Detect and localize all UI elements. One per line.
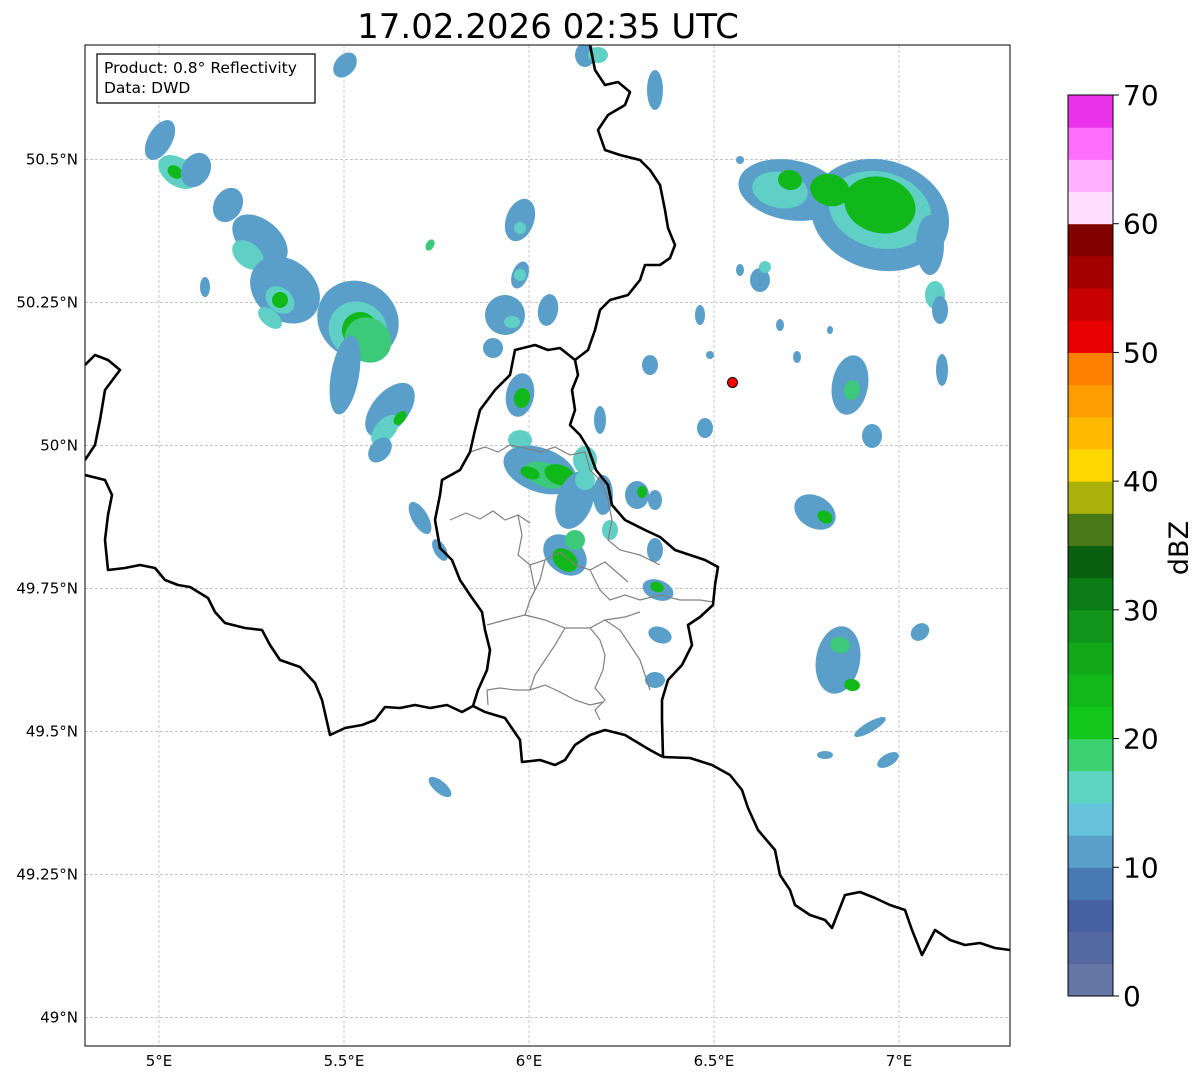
echo-blob <box>776 319 784 331</box>
colorbar-ticks: 0 10 20 30 40 50 60 70 <box>1113 79 1159 1013</box>
echo-blob <box>642 355 658 375</box>
lon-tick-label: 5°E <box>146 1052 173 1070</box>
colorbar-segment <box>1068 931 1113 965</box>
echo-blob <box>736 264 744 276</box>
radar-map-figure: 17.02.2026 02:35 UTC Product: 0.8° Refle… <box>0 0 1202 1081</box>
lat-tick-label: 50°N <box>40 436 78 454</box>
latitude-tick-labels: 50.5°N 50.25°N 50°N 49.75°N 49.5°N 49.25°N 49°… <box>16 150 78 1026</box>
echo-blob <box>514 222 526 234</box>
echo-blob <box>932 296 948 324</box>
echo-blob <box>648 490 662 510</box>
colorbar-tick-label: 50 <box>1123 336 1159 369</box>
colorbar-segment <box>1068 448 1113 482</box>
echo-blob <box>514 269 526 281</box>
colorbar-segment <box>1068 867 1113 900</box>
data-source-label: Data: DWD <box>104 79 190 97</box>
colorbar-segment <box>1068 320 1113 353</box>
echo-blob <box>565 530 585 550</box>
colorbar-segment <box>1068 159 1113 193</box>
colorbar-segment <box>1068 706 1113 740</box>
echo-blob <box>827 326 833 334</box>
lon-tick-label: 6°E <box>516 1052 543 1070</box>
lat-tick-label: 50.5°N <box>26 150 78 168</box>
lat-tick-label: 49.25°N <box>16 865 78 883</box>
colorbar-tick-label: 40 <box>1123 465 1159 498</box>
echo-blob <box>200 277 210 297</box>
colorbar-segment <box>1068 770 1113 804</box>
colorbar-segment <box>1068 513 1113 546</box>
echo-blob <box>706 351 714 359</box>
product-label: Product: 0.8° Reflectivity <box>104 59 297 77</box>
lat-tick-label: 49.75°N <box>16 579 78 597</box>
colorbar-segment <box>1068 127 1113 160</box>
lat-tick-label: 49.5°N <box>26 722 78 740</box>
echo-blob <box>817 751 833 759</box>
colorbar-segment <box>1068 191 1113 225</box>
colorbar-segment <box>1068 609 1113 643</box>
echo-blob <box>483 338 503 358</box>
colorbar-segment <box>1068 899 1113 933</box>
colorbar-segment <box>1068 577 1113 611</box>
radar-figure-svg: 17.02.2026 02:35 UTC Product: 0.8° Refle… <box>16 7 1195 1070</box>
colorbar-segment <box>1068 416 1113 450</box>
lat-tick-label: 49°N <box>40 1008 78 1026</box>
colorbar-tick-label: 10 <box>1123 851 1159 884</box>
colorbar-segment <box>1068 802 1113 836</box>
colorbar-tick-label: 60 <box>1123 208 1159 241</box>
colorbar-segment <box>1068 223 1113 257</box>
colorbar-segment <box>1068 481 1113 514</box>
lon-tick-label: 5.5°E <box>324 1052 365 1070</box>
colorbar-tick-label: 30 <box>1123 594 1159 627</box>
lon-tick-label: 7°E <box>886 1052 913 1070</box>
colorbar-segment <box>1068 674 1113 707</box>
echo-blob <box>637 486 647 498</box>
info-box: Product: 0.8° Reflectivity Data: DWD <box>96 53 316 104</box>
echo-blob <box>697 418 713 438</box>
colorbar-segment <box>1068 642 1113 675</box>
colorbar-segment <box>1068 255 1113 289</box>
echo-blob <box>936 354 948 386</box>
echo-blob <box>504 316 520 328</box>
colorbar-tick-label: 70 <box>1123 79 1159 112</box>
echo-blob <box>862 424 882 448</box>
echo-blob <box>916 215 944 275</box>
colorbar-segment <box>1068 352 1113 386</box>
colorbar-segment <box>1068 738 1113 772</box>
lon-tick-label: 6.5°E <box>694 1052 735 1070</box>
colorbar <box>1068 95 1113 997</box>
echo-blob <box>759 261 771 273</box>
colorbar-segment <box>1068 95 1113 128</box>
echo-blob <box>647 70 663 110</box>
colorbar-label: dBZ <box>1164 521 1195 575</box>
colorbar-tick-label: 20 <box>1123 723 1159 756</box>
echo-blob <box>647 538 663 562</box>
colorbar-segment <box>1068 963 1113 997</box>
longitude-tick-labels: 5°E 5.5°E 6°E 6.5°E 7°E <box>146 1052 913 1070</box>
echo-blob <box>736 156 744 164</box>
colorbar-segment <box>1068 384 1113 418</box>
colorbar-segment <box>1068 288 1113 321</box>
radar-site-marker <box>727 376 738 388</box>
echo-blob <box>594 406 606 434</box>
figure-title: 17.02.2026 02:35 UTC <box>357 7 739 47</box>
echo-blob <box>793 351 801 363</box>
echo-blob <box>695 305 705 325</box>
colorbar-tick-label: 0 <box>1123 980 1141 1013</box>
lat-tick-label: 50.25°N <box>16 293 78 311</box>
colorbar-segment <box>1068 835 1113 868</box>
colorbar-segment <box>1068 545 1113 579</box>
